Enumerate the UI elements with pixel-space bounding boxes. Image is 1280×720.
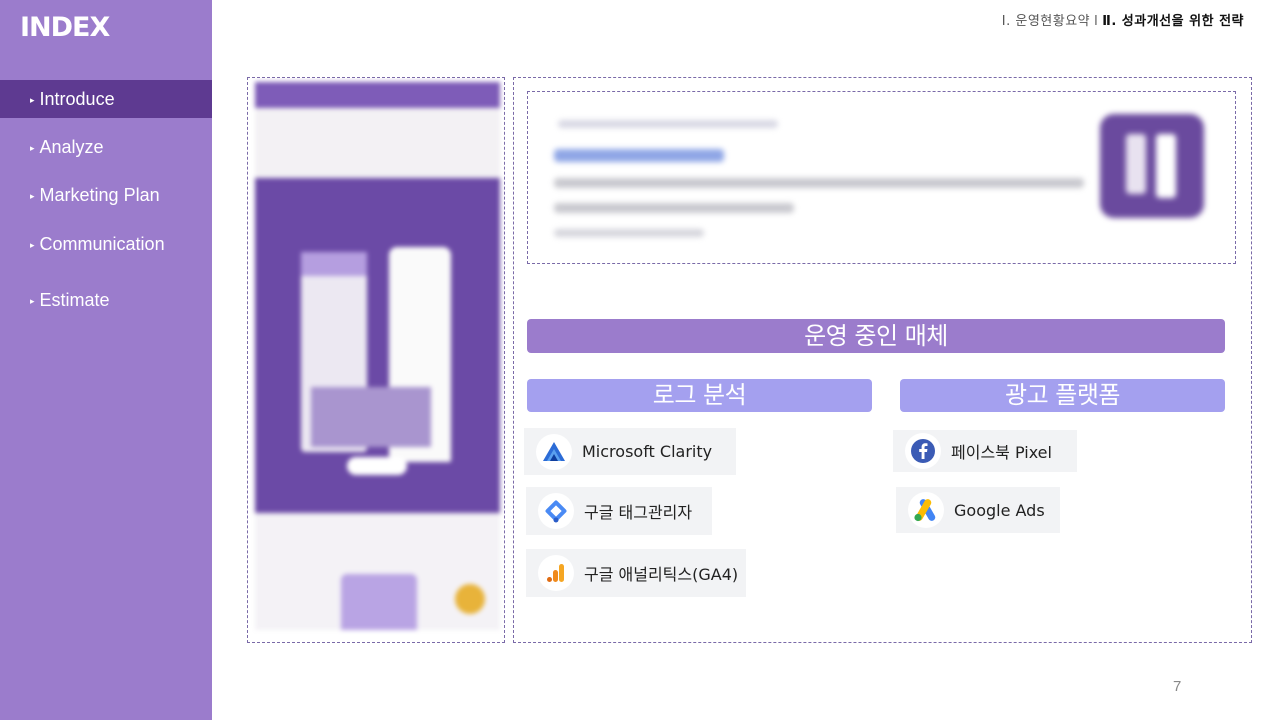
bullet-arrow-icon: ▸ [30,240,35,250]
google-analytics-icon [538,555,574,591]
bullet-arrow-icon: ▸ [30,143,35,153]
breadcrumb: Ⅰ. 운영현황요약 l Ⅱ. 성과개선을 위한 전략 [1002,10,1244,29]
tool-google-ads: Google Ads [896,487,1060,533]
tool-microsoft-clarity: Microsoft Clarity [524,428,736,475]
breadcrumb-item-strategy[interactable]: Ⅱ. 성과개선을 위한 전략 [1102,14,1244,29]
google-tag-manager-icon [538,493,574,529]
sidebar-item-communication[interactable]: ▸ Communication [0,225,212,263]
breadcrumb-separator: l [1094,14,1099,29]
mobile-site-screenshot [255,82,500,630]
tool-facebook-pixel: 페이스북 Pixel [893,430,1077,472]
facebook-icon [905,433,941,469]
tool-label: 구글 애널리틱스(GA4) [584,565,739,584]
microsoft-clarity-icon [536,433,572,470]
bullet-arrow-icon: ▸ [30,95,35,105]
sidebar-item-label: Estimate [39,290,110,310]
tool-label: 페이스북 Pixel [951,443,1052,462]
sidebar-item-label: Marketing Plan [39,185,160,205]
tool-label: 구글 태그관리자 [584,503,693,522]
sidebar: INDEX ▸ Introduce ▸ Analyze ▸ Marketing Pla… [0,0,212,720]
search-ad-preview [527,91,1236,264]
index-title: INDEX [20,12,110,43]
media-section-title: 운영 중인 매체 [527,319,1225,353]
page-number: 7 [1173,678,1182,695]
tool-google-tag-manager: 구글 태그관리자 [526,487,712,535]
tool-google-analytics: 구글 애널리틱스(GA4) [526,549,746,597]
ad-product-thumbnail [1100,114,1204,218]
tool-label: Google Ads [954,500,1045,520]
log-analysis-title: 로그 분석 [527,379,872,412]
ad-platform-title: 광고 플랫폼 [900,379,1225,412]
sidebar-item-label: Analyze [39,137,104,157]
tool-label: Microsoft Clarity [582,442,713,461]
breadcrumb-item-summary[interactable]: Ⅰ. 운영현황요약 [1002,14,1090,29]
sidebar-item-introduce[interactable]: ▸ Introduce [0,80,212,118]
sidebar-item-label: Introduce [39,89,115,109]
sidebar-item-marketing-plan[interactable]: ▸ Marketing Plan [0,176,212,214]
sidebar-item-label: Communication [39,234,165,254]
sidebar-item-analyze[interactable]: ▸ Analyze [0,128,212,166]
google-ads-icon [908,492,944,528]
bullet-arrow-icon: ▸ [30,296,35,306]
sidebar-item-estimate[interactable]: ▸ Estimate [0,281,212,319]
bullet-arrow-icon: ▸ [30,191,35,201]
